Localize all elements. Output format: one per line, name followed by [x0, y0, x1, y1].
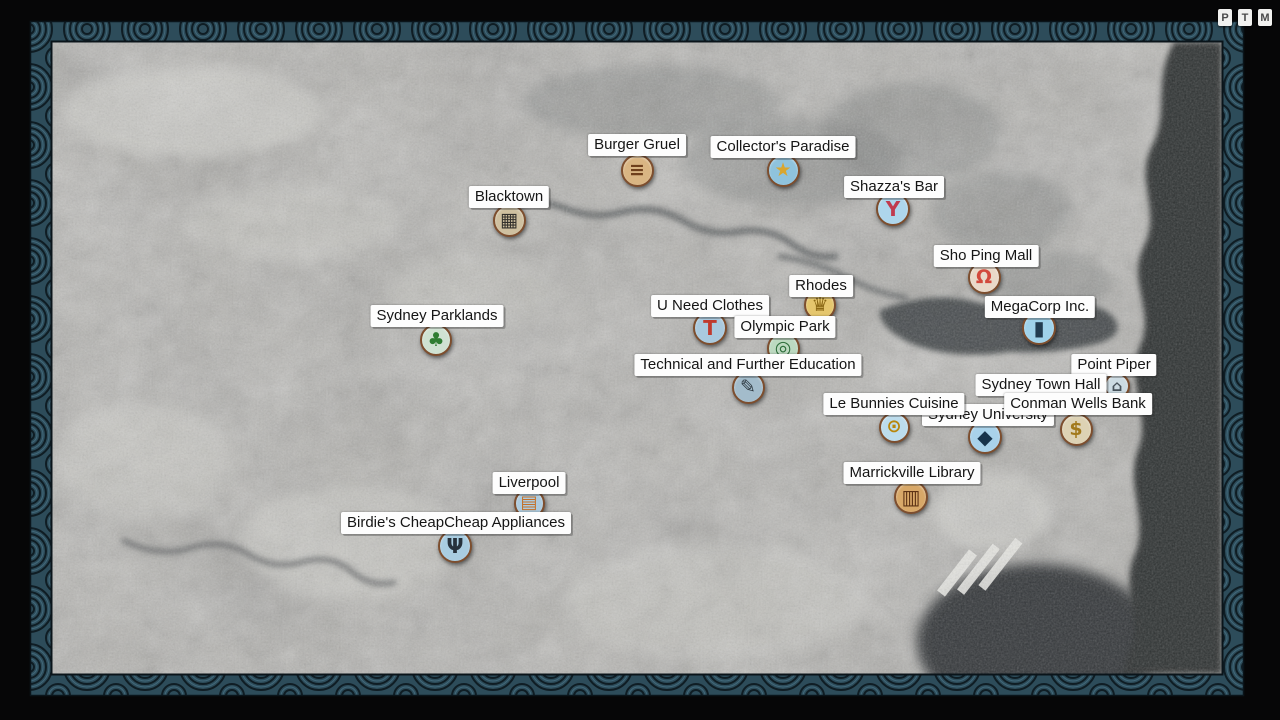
poi-label-liverpool[interactable]: Liverpool — [493, 472, 566, 494]
poi-label-conman-wells-bank[interactable]: Conman Wells Bank — [1004, 393, 1152, 415]
poi-label-rhodes[interactable]: Rhodes — [789, 275, 853, 297]
poi-label-megacorp-inc[interactable]: MegaCorp Inc. — [985, 296, 1095, 318]
poi-label-le-bunnies-cuisine[interactable]: Le Bunnies Cuisine — [823, 393, 964, 415]
poi-label-collectors-paradise[interactable]: Collector's Paradise — [711, 136, 856, 158]
poi-label-blacktown[interactable]: Blacktown — [469, 186, 549, 208]
poi-label-birdies-cheapcheap-appliances[interactable]: Birdie's CheapCheap Appliances — [341, 512, 571, 534]
poi-label-olympic-park[interactable]: Olympic Park — [734, 316, 835, 338]
poi-label-burger-gruel[interactable]: Burger Gruel — [588, 134, 686, 156]
t-button[interactable]: T — [1238, 9, 1252, 26]
poi-label-point-piper[interactable]: Point Piper — [1071, 354, 1156, 376]
poi-label-technical-and-further-education[interactable]: Technical and Further Education — [634, 354, 861, 376]
poi-label-marrickville-library[interactable]: Marrickville Library — [843, 462, 980, 484]
m-button[interactable]: M — [1258, 9, 1272, 26]
poi-label-sydney-parklands[interactable]: Sydney Parklands — [371, 305, 504, 327]
poi-label-sho-ping-mall[interactable]: Sho Ping Mall — [934, 245, 1039, 267]
p-button[interactable]: P — [1218, 9, 1232, 26]
map-mode-buttons: P T M — [1218, 9, 1272, 26]
map-marker-labels: Burger Gruel Collector's Paradise Blacktow… — [0, 0, 1280, 720]
poi-label-shazzas-bar[interactable]: Shazza's Bar — [844, 176, 944, 198]
poi-label-u-need-clothes[interactable]: U Need Clothes — [651, 295, 769, 317]
